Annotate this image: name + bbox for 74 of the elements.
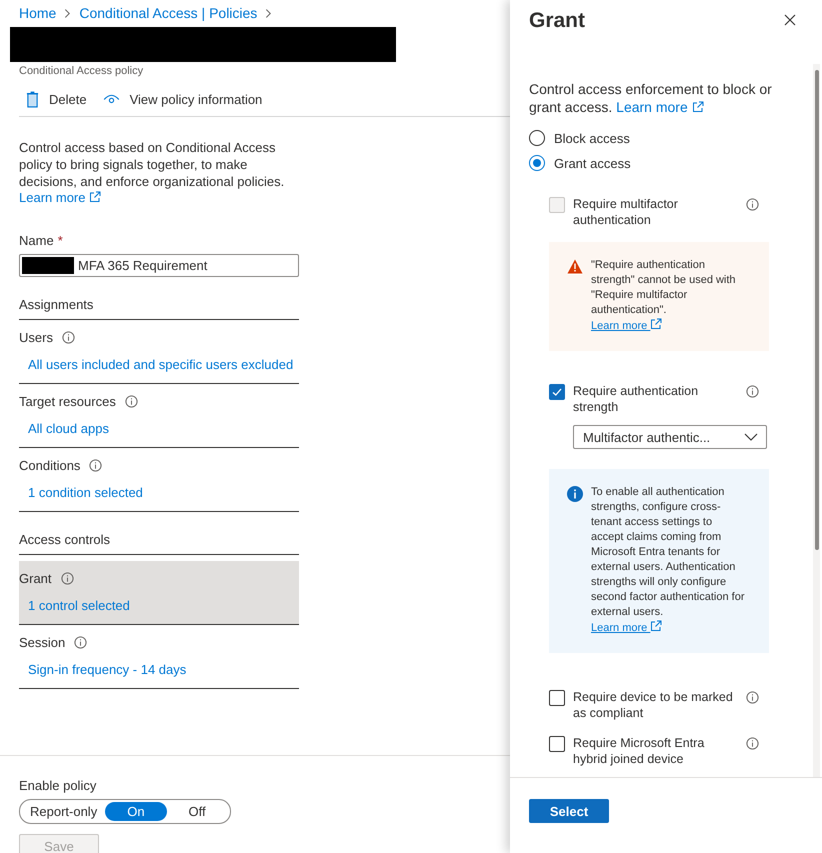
required-asterisk: *	[58, 233, 63, 248]
setting-link[interactable]: 1 condition selected	[19, 473, 299, 500]
policy-setting-row[interactable]: Users All users included and specific users excluded	[19, 320, 299, 384]
external-link-icon	[650, 318, 662, 330]
scrollbar[interactable]	[813, 64, 820, 777]
field-label: Enable policy	[19, 778, 98, 793]
info-icon[interactable]	[89, 459, 102, 472]
info-icon[interactable]	[746, 691, 759, 704]
setting-label: Session	[19, 635, 66, 650]
external-link-icon	[692, 101, 704, 113]
info-icon[interactable]	[746, 737, 759, 750]
message-text: "Require authentication strength" cannot be used with "Require multifactor authentication".	[591, 258, 737, 318]
learn-more-link[interactable]: Learn more	[19, 190, 102, 205]
policy-setting-row[interactable]: Session Sign-in frequency - 14 days	[19, 625, 299, 689]
external-link-icon	[650, 620, 662, 632]
intro-text: Control access enforcement to block or grant access. Learn more	[529, 80, 773, 116]
chevron-down-icon	[744, 433, 758, 441]
checkbox-label: Require Microsoft Entra hybrid joined device	[573, 735, 706, 767]
setting-label: Target resources	[19, 394, 116, 409]
chevron-right-icon	[64, 8, 72, 18]
checkbox[interactable]	[549, 690, 565, 706]
trash-icon	[26, 91, 39, 108]
radio-button[interactable]	[529, 155, 545, 171]
field-label: Name	[19, 233, 54, 248]
radio-label: Block access	[554, 130, 630, 146]
breadcrumb-link[interactable]: Home	[19, 5, 56, 21]
section-heading: Assignments	[19, 297, 299, 320]
dropdown[interactable]: Multifactor authentic...	[573, 425, 767, 449]
panel-title: Grant	[529, 9, 586, 33]
toggle-option[interactable]: Report-only	[22, 802, 106, 821]
info-icon[interactable]	[62, 331, 75, 344]
description-text: Control access based on Conditional Access policy to bring signals together, to make decisions, and enforce organizational policies.	[19, 139, 286, 190]
external-link-icon	[89, 191, 102, 203]
policy-setting-row[interactable]: Target resources All cloud apps	[19, 384, 299, 448]
checkbox-label: Require authentication strength	[573, 383, 700, 415]
select-button[interactable]: Select	[529, 799, 609, 823]
learn-more-link[interactable]: Learn more	[591, 622, 662, 634]
toggle-option[interactable]: Off	[166, 802, 228, 821]
setting-label: Users	[19, 330, 53, 345]
setting-link[interactable]: 1 control selected	[19, 586, 299, 613]
radio-label: Grant access	[554, 156, 631, 170]
radio-button[interactable]	[529, 130, 545, 146]
checkbox[interactable]	[549, 736, 565, 752]
check-icon	[551, 386, 563, 398]
info-icon	[567, 486, 583, 502]
section-heading: Access controls	[19, 532, 299, 555]
setting-link[interactable]: All users included and specific users excluded	[19, 345, 299, 372]
page-subtitle: Conditional Access policy	[18, 64, 144, 77]
toggle-option[interactable]: On	[105, 802, 167, 821]
info-icon[interactable]	[124, 395, 138, 408]
checkbox[interactable]	[549, 384, 565, 400]
name-field[interactable]: MFA 365 Requirement	[19, 254, 299, 277]
info-icon[interactable]	[74, 636, 88, 649]
setting-link[interactable]: All cloud apps	[19, 409, 299, 436]
eye-icon	[102, 94, 120, 105]
setting-label: Grant	[19, 571, 52, 586]
info-icon[interactable]	[746, 385, 759, 398]
learn-more-link[interactable]: Learn more	[616, 99, 704, 115]
info-icon[interactable]	[60, 572, 74, 585]
learn-more-link[interactable]: Learn more	[591, 320, 662, 332]
breadcrumb-link[interactable]: Conditional Access | Policies	[79, 5, 258, 21]
toolbar-button[interactable]: View policy information	[102, 91, 262, 108]
warning-icon	[567, 259, 583, 274]
chevron-right-icon	[265, 8, 272, 18]
toolbar-button[interactable]: Delete	[26, 91, 87, 108]
checkbox-label: Require multifactor authentication	[573, 196, 679, 228]
checkbox-label: Require device to be marked as compliant	[573, 689, 734, 721]
setting-link[interactable]: Sign-in frequency - 14 days	[19, 650, 299, 677]
message-text: To enable all authentication strengths, configure cross-tenant access settings to accept claims coming from Microsoft Entra tenants for external users. Authentication strengths will only configure second factor authentication for external users.	[591, 485, 745, 620]
redaction-bar	[22, 257, 74, 274]
info-icon[interactable]	[746, 198, 759, 211]
setting-label: Conditions	[19, 458, 80, 473]
policy-setting-row[interactable]: Grant 1 control selected	[19, 561, 299, 625]
policy-setting-row[interactable]: Conditions 1 condition selected	[19, 448, 299, 512]
